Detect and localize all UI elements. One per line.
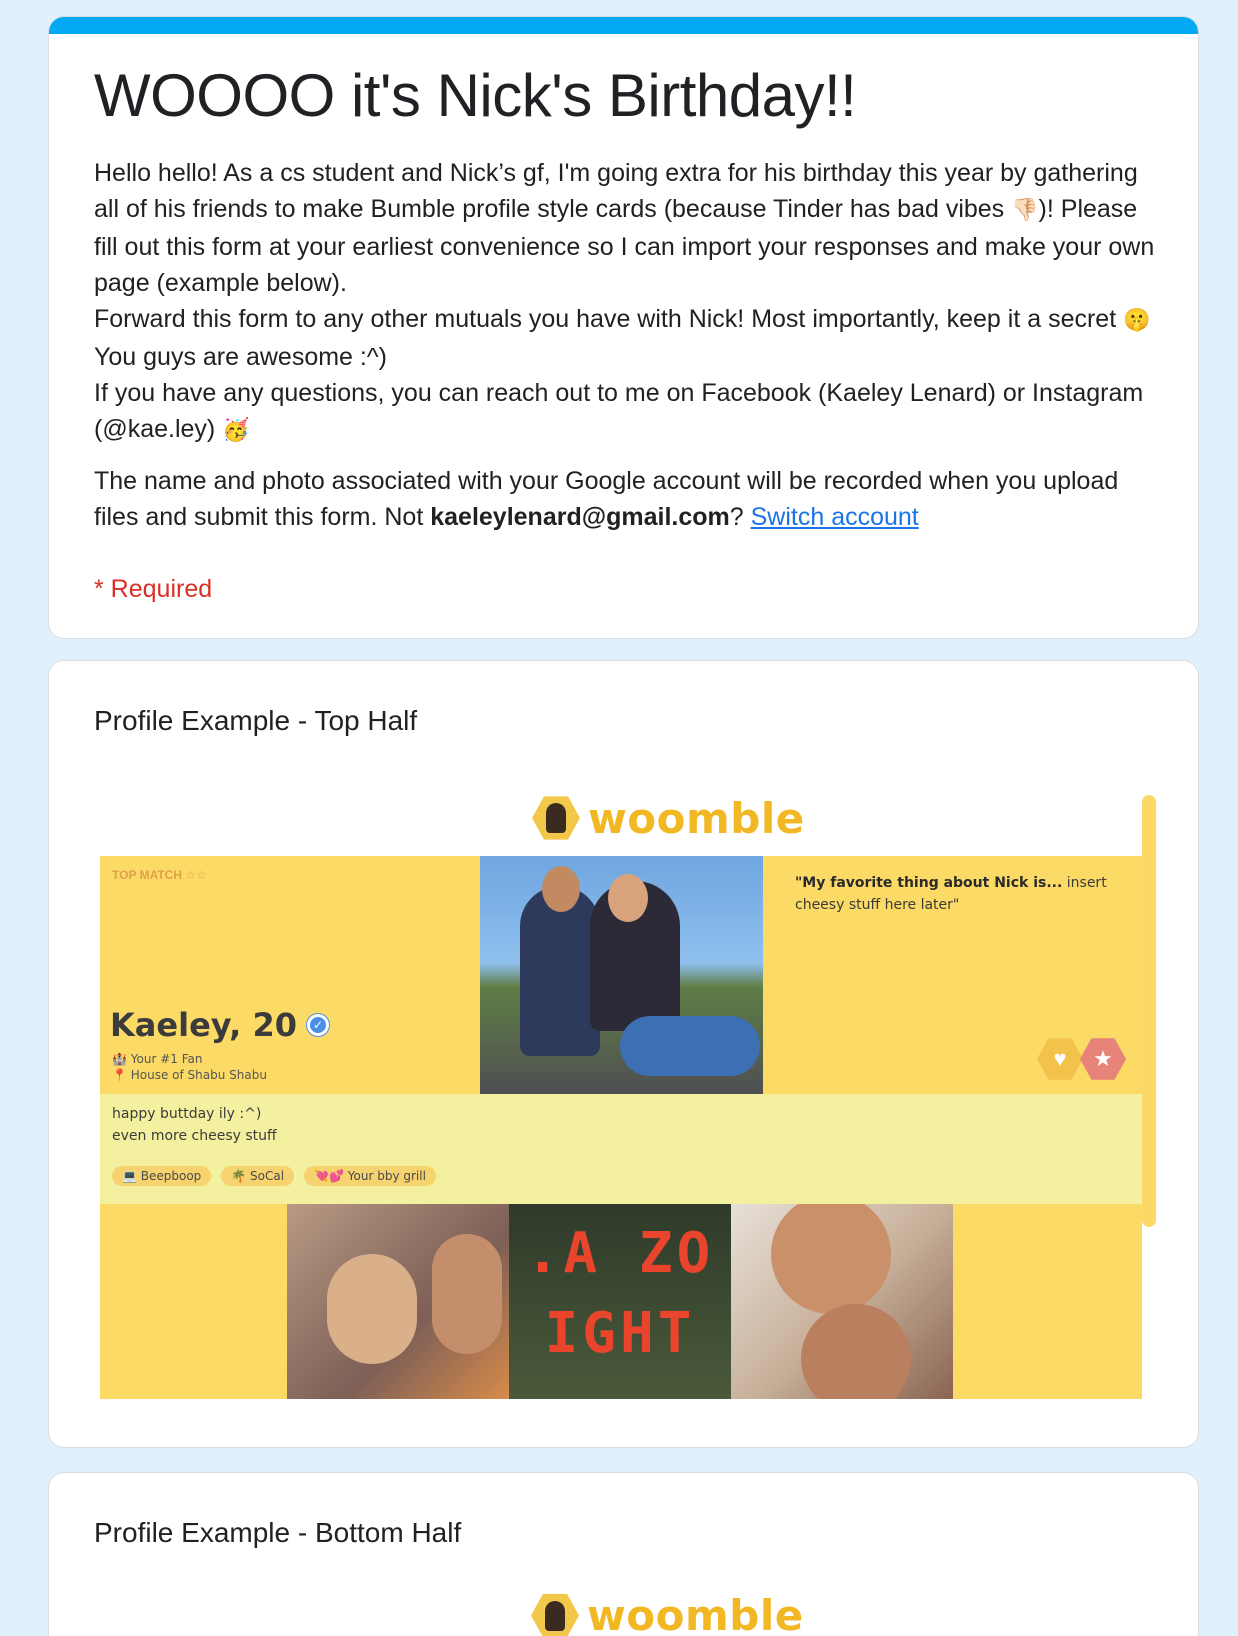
form-accent-bar xyxy=(49,17,1198,34)
profile-bottom-half-item: Profile Example - Bottom Half woomble xyxy=(48,1472,1199,1636)
profile-photo-band: .A ZO IGHT xyxy=(100,1204,1142,1399)
profile-name: Kaeley, 20 ✓ xyxy=(110,1006,329,1044)
photo-selfie xyxy=(287,1204,509,1399)
name-age: Kaeley, 20 xyxy=(110,1006,297,1044)
chip-bby-grill: 💘💕 Your bby grill xyxy=(304,1166,436,1186)
item-title: Profile Example - Bottom Half xyxy=(94,1517,462,1548)
woomble-logo: woomble xyxy=(531,1591,804,1636)
bio-line-1: happy buttday ily :^) xyxy=(112,1106,262,1122)
party-face-icon: 🥳 xyxy=(222,418,250,443)
desc-line-3: Forward this form to any other mutuals y… xyxy=(94,305,1124,333)
item-title: Profile Example - Top Half xyxy=(94,705,418,736)
form-description: Hello hello! As a cs student and Nick’s … xyxy=(94,155,1164,449)
main-profile-photo xyxy=(480,856,763,1094)
profile-top-half-item: Profile Example - Top Half woomble TOP M… xyxy=(48,660,1199,1448)
photo-row: .A ZO IGHT xyxy=(287,1204,953,1399)
logo-text: woomble xyxy=(588,793,805,843)
desc-line-1: Hello hello! As a cs student and Nick’s … xyxy=(94,159,1138,223)
profile-bio-band: happy buttday ily :^) even more cheesy s… xyxy=(100,1094,1142,1204)
form-header-card: WOOOO it's Nick's Birthday!! Hello hello… xyxy=(48,16,1199,639)
chip-beepboop: 💻 Beepboop xyxy=(112,1166,212,1186)
photo-closeup xyxy=(731,1204,953,1399)
bio-line-2: even more cheesy stuff xyxy=(112,1128,277,1144)
required-note: * Required xyxy=(94,575,213,603)
sign-lettering: .A ZO IGHT xyxy=(525,1221,715,1366)
logo-avatar-icon xyxy=(531,1593,579,1636)
desc-line-4: You guys are awesome :^) xyxy=(94,343,387,371)
profile-header-band: TOP MATCH ☆☆ Kaeley, 20 ✓ 🏰 Your #1 Fan … xyxy=(100,856,1142,1094)
verified-check-icon: ✓ xyxy=(306,1014,329,1036)
star-icon: ★ xyxy=(1080,1038,1126,1080)
account-email: kaeleylenard@gmail.com xyxy=(430,503,730,531)
photo-sign: .A ZO IGHT xyxy=(509,1204,731,1399)
logo-avatar-icon xyxy=(532,796,580,840)
switch-account-link[interactable]: Switch account xyxy=(751,503,919,531)
interest-chips: 💻 Beepboop 🌴 SoCal 💘💕 Your bby grill xyxy=(112,1166,436,1186)
logo-text: woomble xyxy=(587,1591,804,1636)
heart-icon: ♥ xyxy=(1037,1038,1083,1080)
woomble-logo: woomble xyxy=(532,787,805,849)
desc-line-5: If you have any questions, you can reach… xyxy=(94,379,1144,443)
profile-fact-fan: 🏰 Your #1 Fan xyxy=(112,1052,203,1066)
top-match-label: TOP MATCH ☆☆ xyxy=(112,868,207,882)
thumbs-down-icon: 👎🏻 xyxy=(1011,198,1039,223)
account-note-suffix: ? xyxy=(729,503,751,531)
profile-fact-location: 📍 House of Shabu Shabu xyxy=(112,1068,267,1082)
account-note: The name and photo associated with your … xyxy=(94,463,1164,535)
chip-socal: 🌴 SoCal xyxy=(221,1166,295,1186)
form-title: WOOOO it's Nick's Birthday!! xyxy=(94,62,857,129)
shushing-face-icon: 🤫 xyxy=(1123,308,1151,333)
profile-quote: "My favorite thing about Nick is... inse… xyxy=(795,872,1115,916)
image-scrollbar[interactable] xyxy=(1142,795,1156,1227)
quote-bold: "My favorite thing about Nick is... xyxy=(795,875,1063,891)
profile-example-image: woomble TOP MATCH ☆☆ Kaeley, 20 ✓ 🏰 Your… xyxy=(100,787,1142,1405)
